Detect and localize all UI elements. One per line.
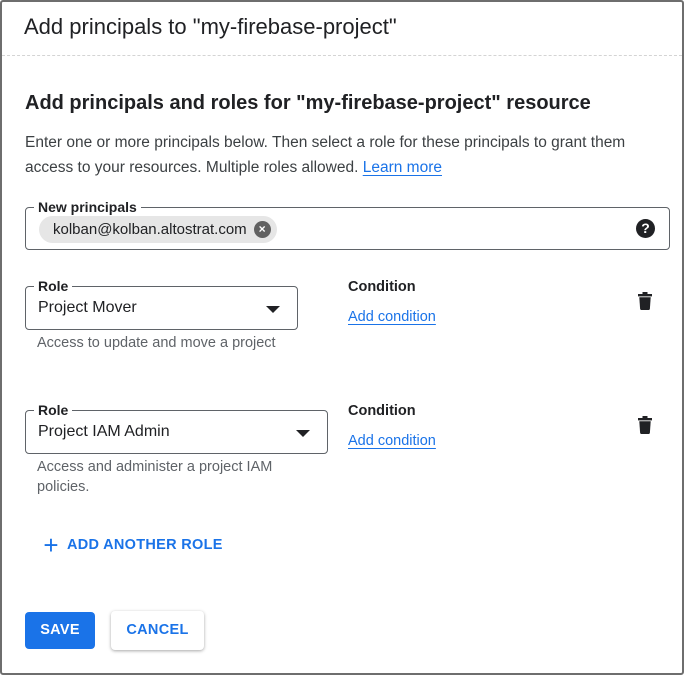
- dropdown-arrow-icon: [266, 306, 280, 313]
- principal-chip: kolban@kolban.altostrat.com ×: [39, 216, 277, 243]
- add-another-role-label: ADD ANOTHER ROLE: [67, 537, 223, 553]
- section-description: Enter one or more principals below. Then…: [25, 130, 675, 180]
- role-label-2: Role: [34, 401, 73, 419]
- role-value-2: Project IAM Admin: [38, 423, 170, 440]
- section-heading: Add principals and roles for "my-firebas…: [25, 92, 591, 114]
- add-another-role-button[interactable]: + ADD ANOTHER ROLE: [42, 530, 223, 560]
- principal-chip-label: kolban@kolban.altostrat.com: [53, 221, 247, 238]
- new-principals-label: New principals: [34, 198, 141, 216]
- title-divider: [2, 55, 682, 56]
- role-select-2[interactable]: Role Project IAM Admin: [25, 401, 328, 454]
- plus-icon: +: [43, 530, 59, 560]
- role-hint-2: Access and administer a project IAM poli…: [37, 459, 273, 495]
- role-value-1: Project Mover: [38, 299, 137, 316]
- delete-role-2-trash-icon[interactable]: [638, 416, 652, 434]
- add-condition-link-2[interactable]: Add condition: [348, 431, 436, 451]
- role-hint-1: Access to update and move a project: [37, 335, 276, 351]
- dialog-title: Add principals to "my-firebase-project": [24, 14, 397, 39]
- role-label-1: Role: [34, 277, 73, 295]
- dropdown-arrow-icon: [296, 430, 310, 437]
- chip-remove-icon[interactable]: ×: [253, 221, 271, 238]
- add-condition-link-1[interactable]: Add condition: [348, 307, 436, 327]
- new-principals-field[interactable]: New principals kolban@kolban.altostrat.c…: [25, 198, 670, 250]
- learn-more-link[interactable]: Learn more: [363, 159, 442, 176]
- condition-label-1: Condition: [348, 279, 416, 295]
- description-text: Enter one or more principals below. Then…: [25, 134, 626, 176]
- condition-label-2: Condition: [348, 403, 416, 419]
- save-button[interactable]: SAVE: [25, 612, 95, 649]
- help-icon[interactable]: ?: [636, 219, 655, 238]
- cancel-button[interactable]: CANCEL: [111, 611, 204, 650]
- delete-role-1-trash-icon[interactable]: [638, 292, 652, 310]
- role-select-1[interactable]: Role Project Mover: [25, 277, 298, 330]
- dialog: Add principals to "my-firebase-project" …: [0, 0, 684, 675]
